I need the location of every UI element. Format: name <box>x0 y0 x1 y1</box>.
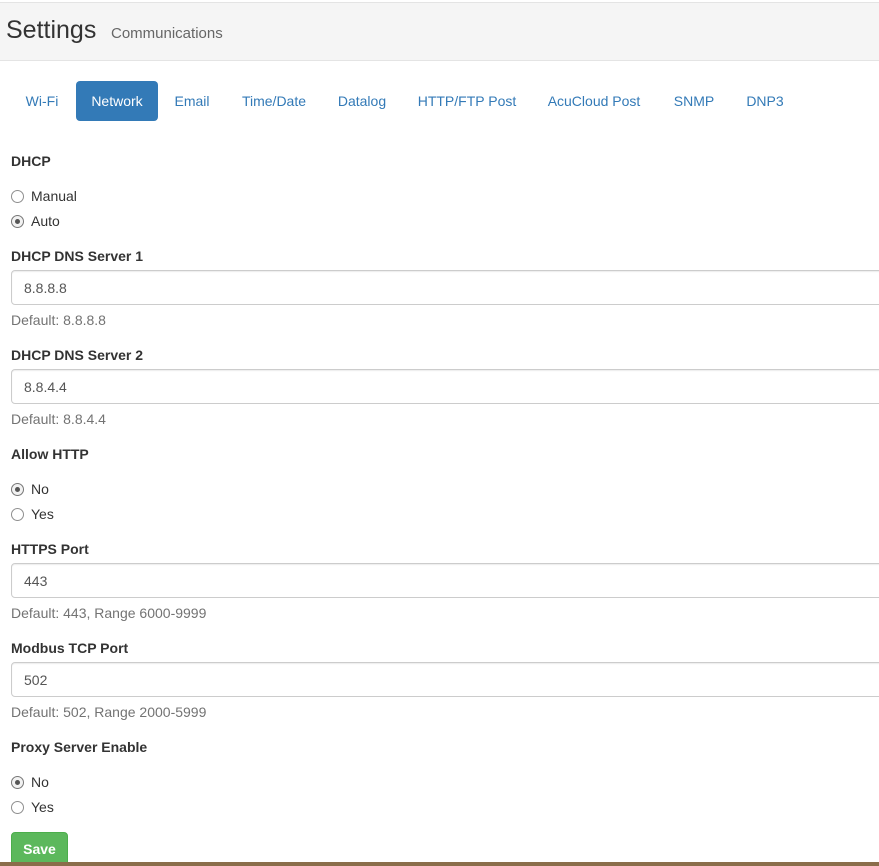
radio-label: No <box>31 774 49 790</box>
tab-datalog[interactable]: Datalog <box>324 81 400 121</box>
radio-circle[interactable] <box>11 214 24 228</box>
page-header: Settings Communications <box>0 2 879 61</box>
allow-http-no-radio[interactable]: No <box>11 480 49 498</box>
radio-circle[interactable] <box>11 775 24 789</box>
page-title: Settings <box>6 16 97 44</box>
proxy-label: Proxy Server Enable <box>11 739 148 755</box>
https-port-input[interactable] <box>11 563 879 598</box>
settings-tabs: Wi-Fi Network Email Time/Date Datalog HT… <box>11 81 879 121</box>
dns1-label: DHCP DNS Server 1 <box>11 248 144 264</box>
tab-time-date[interactable]: Time/Date <box>227 81 321 121</box>
dns2-label: DHCP DNS Server 2 <box>11 347 144 363</box>
tab-network[interactable]: Network <box>76 81 158 121</box>
modbus-port-input[interactable] <box>11 662 879 697</box>
radio-label: Yes <box>31 799 54 815</box>
radio-circle[interactable] <box>11 507 24 521</box>
tab-http-ftp-post[interactable]: HTTP/FTP Post <box>404 81 530 121</box>
proxy-no-radio[interactable]: No <box>11 773 49 791</box>
dns2-input[interactable] <box>11 369 879 404</box>
radio-label: Auto <box>31 213 60 229</box>
dns1-help: Default: 8.8.8.8 <box>11 312 106 328</box>
radio-circle[interactable] <box>11 189 24 203</box>
https-port-help: Default: 443, Range 6000-9999 <box>11 605 207 621</box>
modbus-port-label: Modbus TCP Port <box>11 640 129 656</box>
page-subtitle: Communications <box>111 25 223 42</box>
proxy-yes-radio[interactable]: Yes <box>11 798 54 816</box>
dhcp-manual-radio[interactable]: Manual <box>11 187 77 205</box>
tab-dnp3[interactable]: DNP3 <box>733 81 797 121</box>
dns2-help: Default: 8.8.4.4 <box>11 411 106 427</box>
radio-circle[interactable] <box>11 482 24 496</box>
tab-email[interactable]: Email <box>161 81 223 121</box>
dhcp-auto-radio[interactable]: Auto <box>11 212 60 230</box>
radio-label: No <box>31 481 49 497</box>
save-button[interactable]: Save <box>11 832 68 866</box>
https-port-label: HTTPS Port <box>11 541 89 557</box>
tab-wifi[interactable]: Wi-Fi <box>11 81 73 121</box>
dhcp-label: DHCP <box>11 153 51 169</box>
allow-http-yes-radio[interactable]: Yes <box>11 505 54 523</box>
page-bottom-border <box>0 862 879 866</box>
radio-label: Manual <box>31 188 77 204</box>
tab-snmp[interactable]: SNMP <box>660 81 728 121</box>
radio-label: Yes <box>31 506 54 522</box>
allow-http-label: Allow HTTP <box>11 446 89 462</box>
dns1-input[interactable] <box>11 270 879 305</box>
tab-acucloud-post[interactable]: AcuCloud Post <box>534 81 654 121</box>
radio-circle[interactable] <box>11 800 24 814</box>
modbus-port-help: Default: 502, Range 2000-5999 <box>11 704 207 720</box>
